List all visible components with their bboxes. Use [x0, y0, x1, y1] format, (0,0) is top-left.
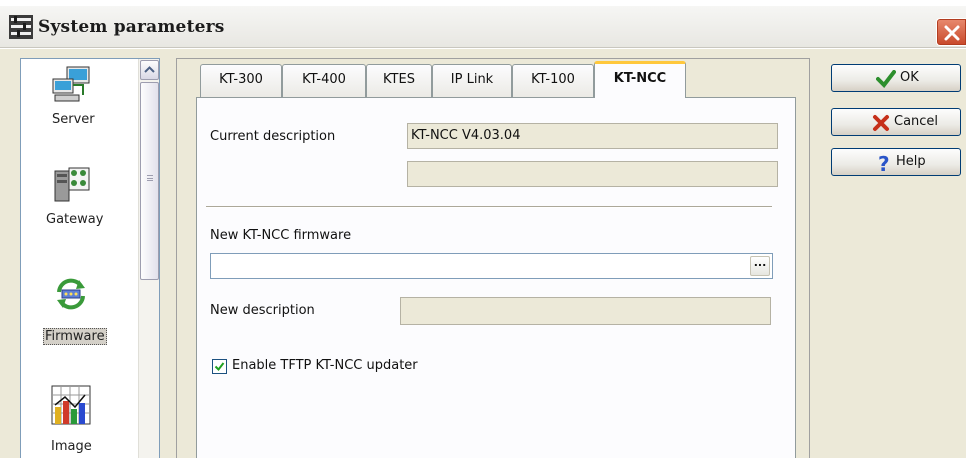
tab-kt-ncc[interactable]: KT-NCC	[594, 61, 686, 98]
sidebar-item-label: Gateway	[46, 212, 104, 227]
current-description-field-2	[407, 161, 778, 187]
thumb-grip-icon	[147, 175, 153, 181]
current-description-label: Current description	[210, 129, 336, 144]
ok-button[interactable]: OK	[831, 64, 961, 92]
sidebar-item-label: Image	[51, 439, 92, 454]
help-button-label: Help	[896, 154, 926, 169]
sidebar-item-gateway[interactable]: Gateway	[21, 165, 137, 245]
svg-text:?: ?	[878, 154, 890, 174]
cancel-x-icon	[872, 114, 890, 132]
tab-kt-100[interactable]: KT-100	[512, 64, 594, 97]
tftp-updater-checkbox[interactable]	[212, 359, 227, 374]
ok-button-label: OK	[900, 70, 919, 85]
tab-label: KT-300	[219, 72, 263, 87]
tab-label: KTES	[383, 72, 415, 87]
cancel-button[interactable]: Cancel	[831, 108, 961, 136]
new-description-label: New description	[210, 303, 315, 318]
sidebar-item-server[interactable]: Server	[21, 65, 137, 145]
tab-label: IP Link	[450, 72, 494, 87]
tab-label: KT-100	[531, 72, 575, 87]
category-sidebar: Server Gateway Firmware Image	[20, 58, 160, 458]
new-description-field	[400, 297, 771, 325]
current-description-field: KT-NCC V4.03.04	[407, 123, 778, 149]
title-bar[interactable]: System parameters	[0, 6, 966, 48]
window-title: System parameters	[38, 17, 225, 37]
help-button[interactable]: ? Help	[831, 148, 961, 176]
checkmark-icon	[876, 70, 896, 89]
new-firmware-path-input[interactable]: ...	[210, 253, 773, 279]
cancel-button-label: Cancel	[894, 114, 939, 129]
tab-ktes[interactable]: KTES	[366, 64, 432, 97]
help-question-icon: ?	[876, 152, 894, 176]
scroll-thumb[interactable]	[140, 82, 159, 280]
chevron-up-icon	[144, 66, 155, 73]
sidebar-item-image[interactable]: Image	[21, 379, 137, 458]
tab-label: KT-400	[302, 72, 346, 87]
tab-kt-300[interactable]: KT-300	[200, 64, 282, 97]
close-icon	[944, 25, 960, 41]
sidebar-item-label: Server	[52, 112, 95, 127]
tftp-updater-label[interactable]: Enable TFTP KT-NCC updater	[232, 358, 418, 373]
section-divider	[206, 206, 772, 208]
close-button[interactable]	[936, 18, 966, 46]
sidebar-item-firmware[interactable]: Firmware	[21, 269, 137, 354]
tab-label: KT-NCC	[613, 71, 667, 86]
tab-ip-link[interactable]: IP Link	[432, 64, 512, 97]
scroll-up-button[interactable]	[140, 60, 159, 80]
firmware-icon	[51, 274, 91, 314]
new-firmware-label: New KT-NCC firmware	[210, 228, 352, 243]
server-icon	[51, 65, 91, 105]
system-parameters-icon	[8, 14, 34, 40]
tab-kt-400[interactable]: KT-400	[282, 64, 366, 97]
sidebar-scrollbar[interactable]	[138, 59, 159, 458]
checkmark-icon	[214, 362, 225, 372]
sidebar-item-label: Firmware	[43, 328, 107, 345]
browse-button[interactable]: ...	[750, 256, 770, 276]
gateway-icon	[51, 165, 91, 205]
image-chart-icon	[51, 385, 91, 425]
